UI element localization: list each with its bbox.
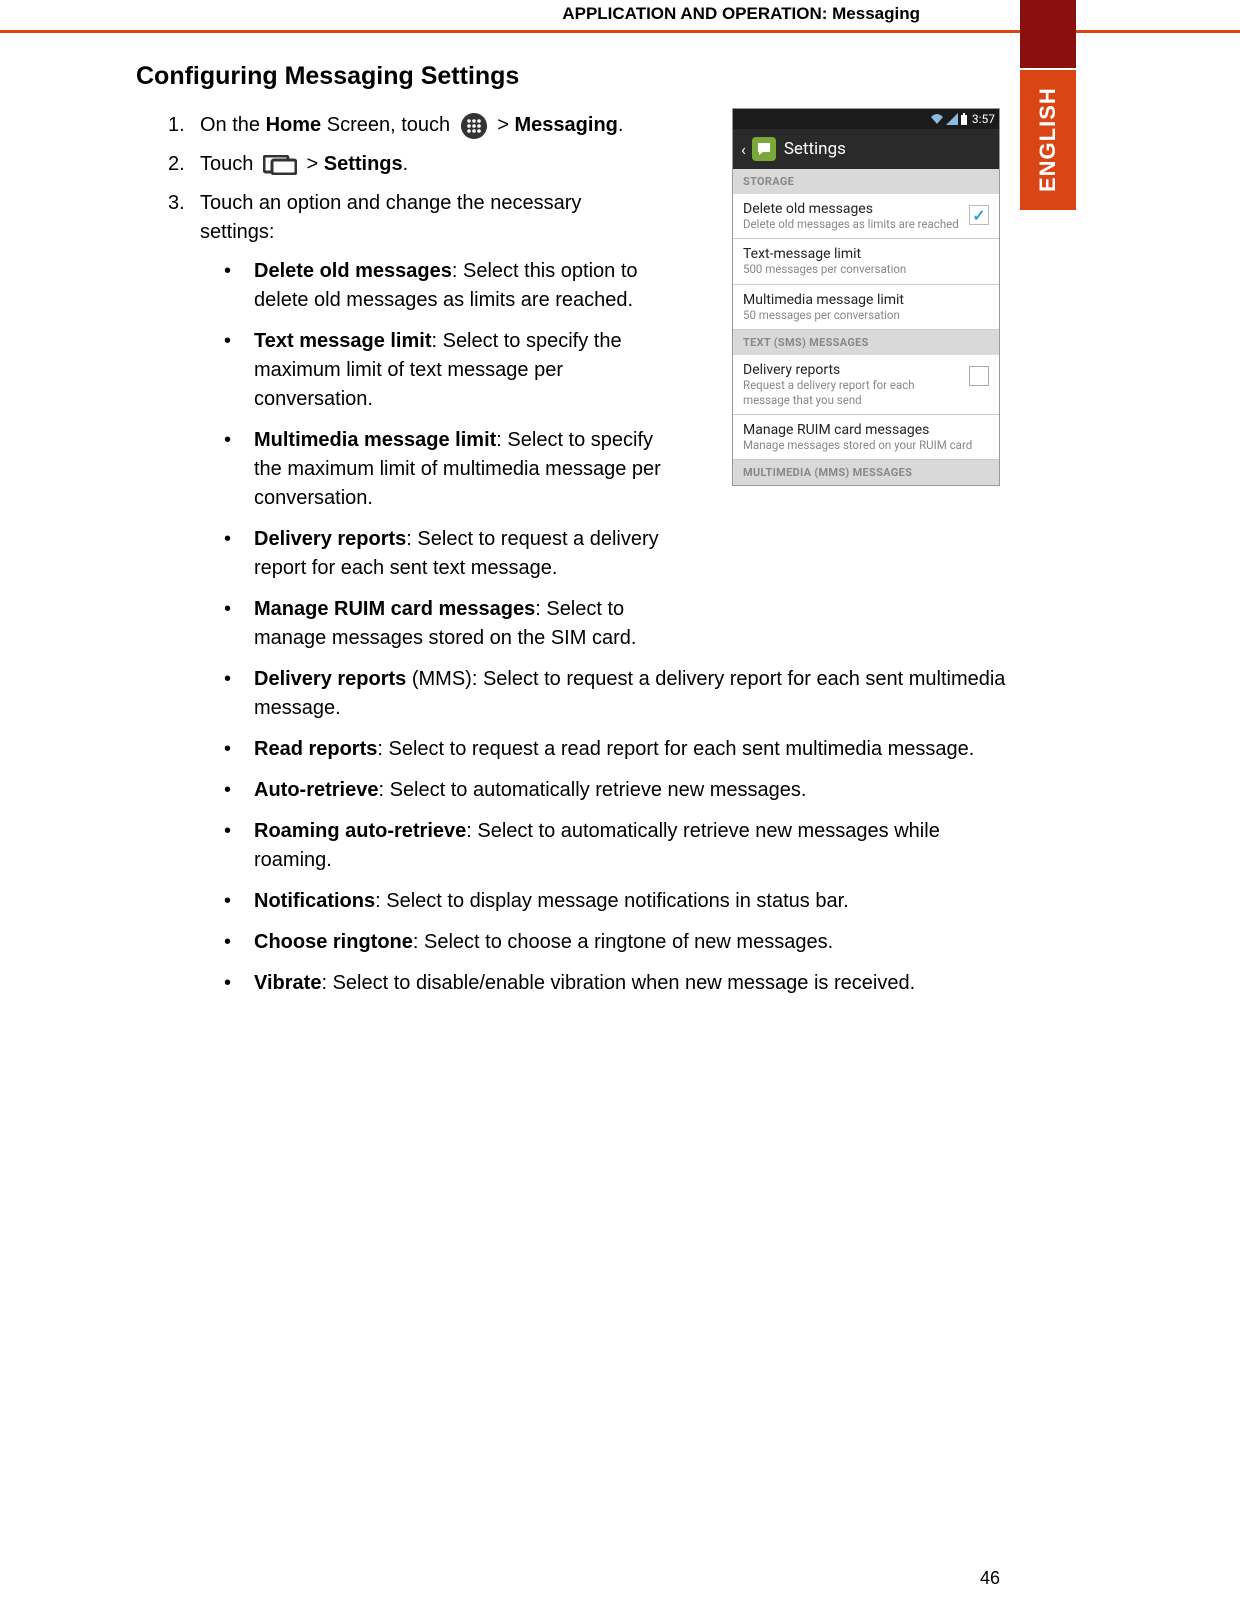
phone-item-mms-limit[interactable]: Multimedia message limit 50 messages per…	[733, 285, 999, 330]
bullet-term: Vibrate	[254, 972, 321, 994]
phone-item-title: Manage RUIM card messages	[743, 422, 983, 438]
language-tab: ENGLISH	[1020, 70, 1076, 210]
text: Screen, touch	[321, 114, 456, 136]
bullet-term: Choose ringtone	[254, 931, 413, 953]
list-item: • Auto-retrieve: Select to automatically…	[218, 776, 1016, 805]
text: .	[618, 114, 624, 136]
bullet-marker: •	[218, 887, 254, 916]
step-body: On the Home Screen, touch > Messaging.	[200, 111, 630, 140]
bullet-marker: •	[218, 257, 254, 315]
bullet-term: Delete old messages	[254, 260, 452, 282]
phone-item-title: Delivery reports	[743, 362, 963, 378]
signal-icon	[946, 113, 958, 125]
phone-section-sms: TEXT (SMS) MESSAGES	[733, 330, 999, 355]
bullet-term: Manage RUIM card messages	[254, 598, 535, 620]
bullet-term: Auto-retrieve	[254, 779, 378, 801]
phone-item-sub: 500 messages per conversation	[743, 262, 983, 276]
bullet-desc: : Select to choose a ringtone of new mes…	[413, 931, 833, 953]
bullet-marker: •	[218, 776, 254, 805]
phone-status-bar: 3:57	[733, 109, 999, 129]
text-bold: Messaging	[515, 114, 618, 136]
step-number: 1.	[168, 111, 200, 140]
bullet-desc: : Select to display message notification…	[375, 890, 849, 912]
phone-item-title: Text-message limit	[743, 246, 983, 262]
text-bold: Home	[266, 114, 322, 136]
battery-icon	[960, 113, 968, 125]
corner-block	[1020, 0, 1076, 68]
list-item: • Delivery reports (MMS): Select to requ…	[218, 665, 1016, 723]
list-item: • Vibrate: Select to disable/enable vibr…	[218, 969, 1016, 998]
phone-item-title: Multimedia message limit	[743, 292, 983, 308]
phone-section-mms: MULTIMEDIA (MMS) MESSAGES	[733, 460, 999, 485]
checkbox-unchecked-icon[interactable]	[969, 366, 989, 386]
phone-item-sub: Manage messages stored on your RUIM card	[743, 438, 983, 452]
checkbox-checked-icon[interactable]: ✓	[969, 205, 989, 225]
bullet-term: Multimedia message limit	[254, 429, 496, 451]
back-icon[interactable]: ‹	[741, 140, 746, 159]
step-body: Touch an option and change the necessary…	[200, 189, 630, 247]
phone-screenshot: 3:57 ‹ Settings STORAGE Delete old messa…	[732, 108, 1000, 486]
text: On the	[200, 114, 266, 136]
step-body: Touch > Settings.	[200, 150, 630, 179]
bullet-term: Delivery reports	[254, 528, 406, 550]
text: Touch	[200, 153, 259, 175]
bullet-marker: •	[218, 595, 254, 653]
wifi-icon	[930, 113, 944, 125]
list-item: • Notifications: Select to display messa…	[218, 887, 1016, 916]
phone-time: 3:57	[972, 112, 995, 126]
page-number: 46	[980, 1568, 1000, 1589]
bullet-desc: : Select to request a read report for ea…	[377, 738, 974, 760]
text: >	[492, 114, 515, 136]
messaging-app-icon	[752, 137, 776, 161]
bullet-term: Text message limit	[254, 330, 431, 352]
list-item: • Choose ringtone: Select to choose a ri…	[218, 928, 1016, 957]
list-item: • Read reports: Select to request a read…	[218, 735, 1016, 764]
bullet-term: Read reports	[254, 738, 377, 760]
phone-title-bar[interactable]: ‹ Settings	[733, 129, 999, 169]
list-item: • Manage RUIM card messages: Select to m…	[218, 595, 1016, 653]
phone-section-storage: STORAGE	[733, 169, 999, 194]
phone-item-title: Delete old messages	[743, 201, 963, 217]
bullet-term: Roaming auto-retrieve	[254, 820, 466, 842]
bullet-term: Notifications	[254, 890, 375, 912]
phone-item-sub: Request a delivery report for each messa…	[743, 378, 963, 407]
text: .	[403, 153, 409, 175]
text-bold: Settings	[324, 153, 403, 175]
bullet-marker: •	[218, 735, 254, 764]
phone-item-text-limit[interactable]: Text-message limit 500 messages per conv…	[733, 239, 999, 284]
phone-page-title: Settings	[784, 139, 846, 159]
section-title: Configuring Messaging Settings	[136, 62, 1016, 91]
recent-apps-icon	[263, 155, 297, 175]
bullet-marker: •	[218, 969, 254, 998]
phone-item-sub: 50 messages per conversation	[743, 308, 983, 322]
text: >	[301, 153, 324, 175]
phone-item-delivery-reports[interactable]: Delivery reports Request a delivery repo…	[733, 355, 999, 415]
bullet-marker: •	[218, 817, 254, 875]
list-item: • Delivery reports: Select to request a …	[218, 525, 1016, 583]
apps-grid-icon	[460, 112, 488, 140]
bullet-desc: : Select to disable/enable vibration whe…	[321, 972, 915, 994]
bullet-marker: •	[218, 327, 254, 414]
bullet-marker: •	[218, 426, 254, 513]
phone-item-ruim[interactable]: Manage RUIM card messages Manage message…	[733, 415, 999, 460]
phone-item-delete-old[interactable]: Delete old messages Delete old messages …	[733, 194, 999, 239]
step-number: 2.	[168, 150, 200, 179]
list-item: • Roaming auto-retrieve: Select to autom…	[218, 817, 1016, 875]
step-number: 3.	[168, 189, 200, 247]
breadcrumb: APPLICATION AND OPERATION: Messaging	[562, 4, 920, 24]
bullet-desc: : Select to automatically retrieve new m…	[378, 779, 806, 801]
bullet-marker: •	[218, 928, 254, 957]
bullet-term: Delivery reports	[254, 668, 406, 690]
bullet-marker: •	[218, 525, 254, 583]
phone-item-sub: Delete old messages as limits are reache…	[743, 217, 963, 231]
status-icons	[930, 113, 968, 125]
bullet-marker: •	[218, 665, 254, 723]
